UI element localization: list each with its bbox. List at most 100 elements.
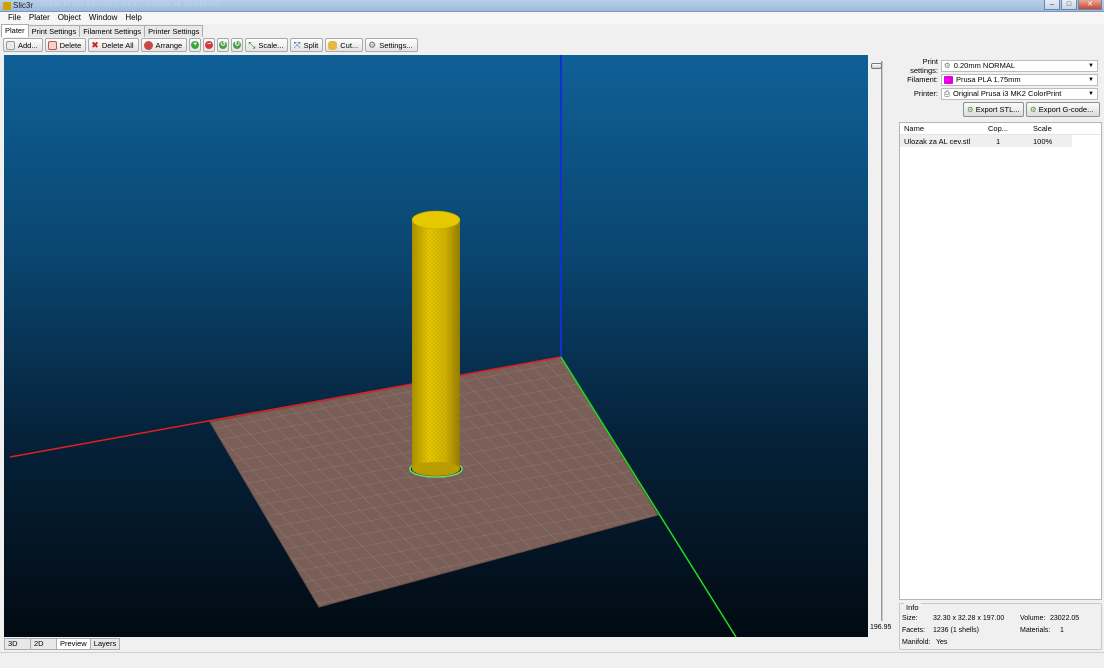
object-row[interactable]: Ulozak za AL cev.stl 1 100% <box>900 135 1072 147</box>
volume-label: Volume: <box>1020 615 1046 622</box>
object-name: Ulozak za AL cev.stl <box>904 136 971 146</box>
volume-value: 23022.05 <box>1050 615 1080 622</box>
delete-file-icon <box>47 40 57 50</box>
menu-help[interactable]: Help <box>121 12 145 24</box>
slider-track <box>881 61 883 621</box>
split-label: Split <box>303 40 319 50</box>
export-icon: ⚙ <box>1030 105 1037 114</box>
tab-layers[interactable]: Layers <box>89 638 121 650</box>
menu-bar: File Plater Object Window Help <box>0 12 1104 24</box>
view-tabs: 3D 2D Preview Layers <box>4 638 121 650</box>
settings-button[interactable]: ⚙ Settings... <box>365 38 418 52</box>
right-panel: Print settings: ⚙ 0.20mm NORMAL ▼ Filame… <box>896 55 1104 652</box>
plater-toolbar: Add... Delete ✖ Delete All Arrange + − ↺… <box>0 37 1104 53</box>
minus-icon: − <box>205 41 214 49</box>
model-cylinder[interactable] <box>409 210 463 478</box>
menu-object[interactable]: Object <box>54 12 85 24</box>
split-button[interactable]: ⤧ Split <box>290 38 324 52</box>
split-icon: ⤧ <box>293 39 301 50</box>
menu-plater[interactable]: Plater <box>25 12 54 24</box>
status-bar <box>0 652 1104 668</box>
slider-value: 196.95 <box>870 624 892 631</box>
filament-color-swatch <box>944 75 953 84</box>
object-list-header: Name Cop... Scale <box>900 123 1101 135</box>
add-label: Add... <box>18 40 38 50</box>
printer-select[interactable]: ⎙ Original Prusa i3 MK2 ColorPrint ▼ <box>941 87 1098 100</box>
slider-thumb[interactable] <box>871 63 882 69</box>
facets-label: Facets: <box>902 627 925 634</box>
delete-label: Delete <box>59 40 82 50</box>
minimize-button[interactable]: – <box>1044 0 1060 10</box>
menu-file[interactable]: File <box>4 12 25 24</box>
menu-window[interactable]: Window <box>85 12 121 24</box>
manifold-value: Yes <box>936 639 948 646</box>
printer-icon: ⎙ <box>944 88 950 98</box>
3d-scene <box>9 55 737 637</box>
tab-preview[interactable]: Preview <box>56 638 91 650</box>
scale-icon: ⤡ <box>248 39 256 50</box>
cut-icon <box>328 40 338 50</box>
app-icon <box>3 2 11 10</box>
object-copies: 1 <box>996 136 1001 146</box>
tab-3d[interactable]: 3D <box>4 638 31 650</box>
rotate-right-button[interactable]: ↻ <box>231 38 244 52</box>
tab-filament-settings[interactable]: Filament Settings <box>79 25 146 37</box>
add-file-icon <box>6 40 15 50</box>
materials-label: Materials: <box>1020 627 1051 634</box>
size-label: Size: <box>902 615 918 622</box>
window-title-faded: Slic3r Prusa Edition 1.33.8 - Ulozak za … <box>40 2 220 8</box>
layer-height-slider[interactable]: 196.95 <box>868 55 896 637</box>
plus-icon: + <box>191 41 200 49</box>
export-gcode-label: Export G-code... <box>1038 105 1094 114</box>
title-bar: Slic3r Slic3r Prusa Edition 1.33.8 - Ulo… <box>0 0 1104 12</box>
arrange-icon <box>143 40 153 50</box>
object-scale: 100% <box>1033 136 1053 146</box>
gear-icon: ⚙ <box>368 39 377 50</box>
facets-value: 1236 (1 shells) <box>933 627 979 634</box>
info-title: Info <box>904 603 921 612</box>
arrange-button[interactable]: Arrange <box>140 38 188 52</box>
size-value: 32.30 x 32.28 x 197.00 <box>933 615 1005 622</box>
delete-button[interactable]: Delete <box>44 38 87 52</box>
window-title: Slic3r <box>13 1 34 10</box>
materials-value: 1 <box>1060 627 1064 634</box>
export-stl-button[interactable]: ⚙ Export STL... <box>963 102 1024 117</box>
increase-copies-button[interactable]: + <box>189 38 202 52</box>
3d-viewport[interactable] <box>4 55 868 637</box>
column-scale[interactable]: Scale <box>1029 124 1074 133</box>
chevron-down-icon: ▼ <box>1088 76 1094 83</box>
chevron-down-icon: ▼ <box>1088 90 1094 97</box>
delete-all-button[interactable]: ✖ Delete All <box>88 38 139 52</box>
scale-label: Scale... <box>258 40 284 50</box>
rotate-right-icon: ↻ <box>233 41 242 49</box>
decrease-copies-button[interactable]: − <box>203 38 216 52</box>
delete-all-label: Delete All <box>101 40 134 50</box>
export-gcode-button[interactable]: ⚙ Export G-code... <box>1026 102 1100 117</box>
column-name[interactable]: Name <box>900 124 984 133</box>
tab-plater[interactable]: Plater <box>1 24 29 37</box>
printer-value: Original Prusa i3 MK2 ColorPrint <box>953 89 1062 98</box>
rotate-left-icon: ↺ <box>219 41 228 49</box>
settings-label: Settings... <box>379 40 413 50</box>
export-stl-label: Export STL... <box>975 105 1020 114</box>
rotate-left-button[interactable]: ↺ <box>217 38 230 52</box>
tab-print-settings[interactable]: Print Settings <box>27 25 81 37</box>
print-settings-value: 0.20mm NORMAL <box>953 61 1015 70</box>
scale-button[interactable]: ⤡ Scale... <box>245 38 289 52</box>
object-list[interactable]: Name Cop... Scale Ulozak za AL cev.stl 1… <box>899 122 1102 600</box>
cut-button[interactable]: Cut... <box>325 38 364 52</box>
filament-select[interactable]: Prusa PLA 1.75mm ▼ <box>941 73 1098 86</box>
gear-icon: ⚙ <box>944 61 951 70</box>
main-tabs: Plater Print Settings Filament Settings … <box>0 24 204 37</box>
manifold-label: Manifold: <box>902 639 931 646</box>
print-settings-select[interactable]: ⚙ 0.20mm NORMAL ▼ <box>941 59 1098 72</box>
maximize-button[interactable]: □ <box>1061 0 1077 10</box>
close-button[interactable]: ✕ <box>1078 0 1102 10</box>
tab-printer-settings[interactable]: Printer Settings <box>144 25 204 37</box>
printer-label: Printer: <box>913 89 938 98</box>
tab-2d[interactable]: 2D <box>30 638 57 650</box>
add-button[interactable]: Add... <box>3 38 43 52</box>
cut-label: Cut... <box>340 40 359 50</box>
column-copies[interactable]: Cop... <box>984 124 1029 133</box>
filament-value: Prusa PLA 1.75mm <box>956 75 1021 84</box>
